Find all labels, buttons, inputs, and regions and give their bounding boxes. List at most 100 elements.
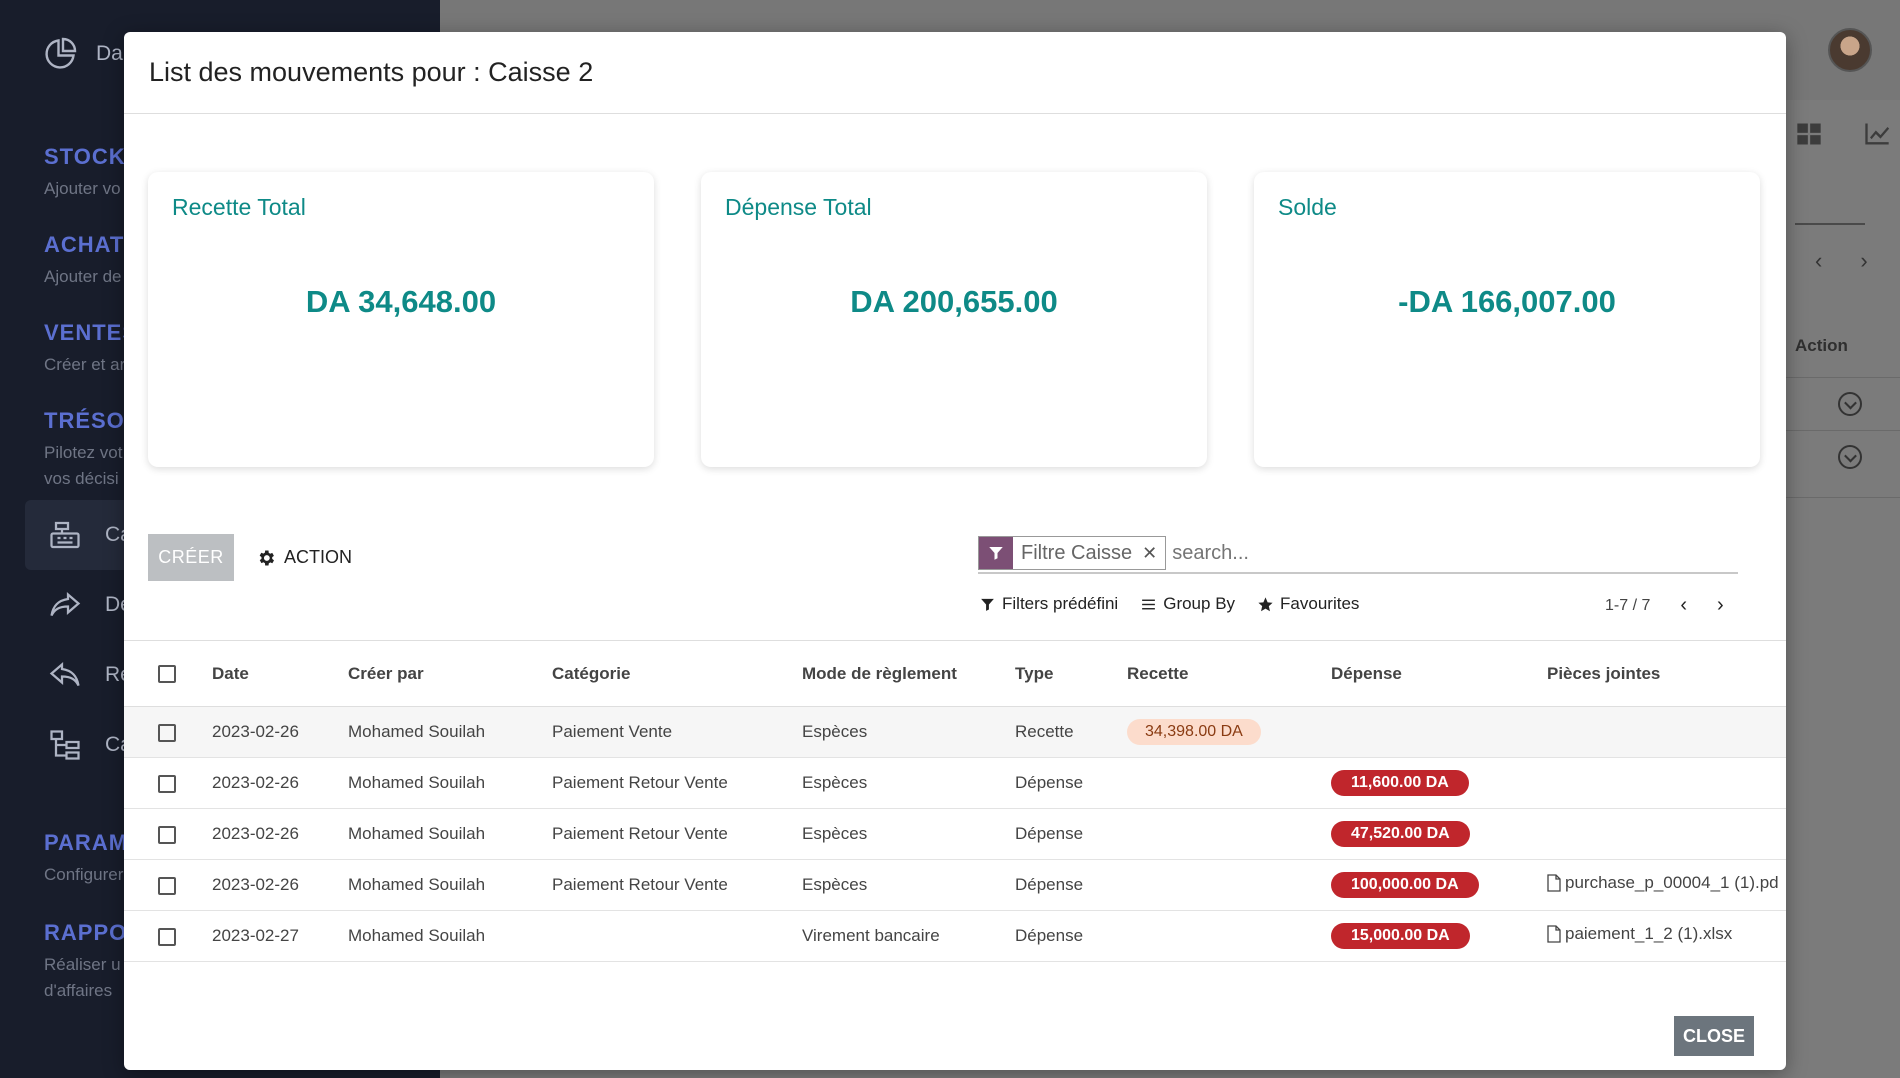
cell-category: Paiement Vente: [552, 722, 673, 741]
select-all-checkbox[interactable]: [158, 665, 176, 684]
cell-payment-mode: Espèces: [802, 773, 868, 792]
card-depense-total: Dépense Total DA 200,655.00: [701, 172, 1207, 467]
row-checkbox[interactable]: [158, 774, 176, 793]
create-button[interactable]: CRÉER: [148, 534, 234, 581]
row-checkbox[interactable]: [158, 927, 176, 946]
chevron-right-icon[interactable]: ›: [1717, 594, 1724, 617]
sidebar-section-stock[interactable]: STOCK Ajouter vo: [44, 144, 126, 202]
chevron-right-icon[interactable]: ›: [1860, 248, 1867, 274]
attachment-link[interactable]: purchase_p_00004_1 (1).pd: [1547, 873, 1779, 893]
bg-pager: ‹ ›: [1815, 248, 1868, 274]
sidebar-section-sub: Configurer: [44, 865, 124, 884]
table-row[interactable]: 2023-02-26 Mohamed Souilah Paiement Reto…: [124, 860, 1786, 911]
chevron-left-icon[interactable]: ‹: [1680, 594, 1687, 617]
filters-label: Filters prédéfini: [1002, 594, 1119, 613]
cell-type: Dépense: [1015, 926, 1084, 945]
favourites-dropdown[interactable]: Favourites: [1257, 594, 1359, 614]
cell-type: Dépense: [1015, 773, 1084, 792]
dialog-header: List des mouvements pour : Caisse 2: [124, 32, 1786, 114]
group-by-dropdown[interactable]: Group By: [1140, 594, 1235, 614]
cash-register-icon: [50, 521, 80, 549]
column-header[interactable]: Type: [1015, 641, 1127, 707]
column-header[interactable]: Mode de règlement: [802, 641, 1015, 707]
user-avatar[interactable]: [1828, 28, 1872, 72]
sidebar-dashboard[interactable]: Da: [42, 36, 123, 72]
column-header[interactable]: Recette: [1127, 641, 1331, 707]
sidebar-dashboard-label: Da: [96, 42, 123, 65]
cell-recette: [1127, 758, 1331, 809]
cell-created-by: Mohamed Souilah: [348, 722, 486, 741]
chevron-down-circle-icon[interactable]: [1838, 392, 1862, 416]
bg-action-header: Action: [1795, 336, 1848, 355]
search-bar: Filtre Caisse ✕: [978, 534, 1738, 574]
column-header[interactable]: Dépense: [1331, 641, 1547, 707]
cell-payment-mode: Espèces: [802, 722, 868, 741]
filter-icon: [981, 598, 994, 611]
chevron-down-circle-icon[interactable]: [1838, 445, 1862, 469]
graph-view-icon[interactable]: [1863, 120, 1891, 148]
cell-payment-mode: Espèces: [802, 824, 868, 843]
column-header[interactable]: Créer par: [348, 641, 552, 707]
share-arrow-icon: [50, 592, 81, 617]
sidebar-section-sub: d'affaires: [44, 981, 113, 1000]
column-header[interactable]: Catégorie: [552, 641, 802, 707]
table-row[interactable]: 2023-02-26 Mohamed Souilah Paiement Reto…: [124, 758, 1786, 809]
attachment-link[interactable]: paiement_1_2 (1).xlsx: [1547, 924, 1732, 944]
action-label: ACTION: [284, 547, 353, 567]
action-button[interactable]: ACTION: [256, 547, 352, 568]
cell-category: Paiement Retour Vente: [552, 824, 728, 843]
list-toolbar: CRÉER ACTION: [148, 534, 352, 581]
row-checkbox[interactable]: [158, 825, 176, 844]
cell-type: Dépense: [1015, 824, 1084, 843]
card-value: DA 200,655.00: [850, 284, 1058, 319]
card-value: -DA 166,007.00: [1398, 284, 1616, 319]
cell-created-by: Mohamed Souilah: [348, 875, 486, 894]
cell-created-by: Mohamed Souilah: [348, 773, 486, 792]
divider: [1785, 430, 1900, 431]
pie-chart-icon: [45, 37, 77, 69]
table-row[interactable]: 2023-02-27 Mohamed Souilah Virement banc…: [124, 911, 1786, 962]
summary-cards: Recette Total DA 34,648.00 Dépense Total…: [148, 172, 1760, 467]
cell-type: Recette: [1015, 722, 1074, 741]
sidebar-section-sub: Réaliser u: [44, 955, 121, 974]
chevron-left-icon[interactable]: ‹: [1815, 248, 1822, 274]
column-header[interactable]: Pièces jointes: [1547, 641, 1786, 707]
dialog-title: List des mouvements pour : Caisse 2: [149, 57, 594, 87]
favourites-label: Favourites: [1280, 594, 1360, 613]
cell-attachment: [1547, 758, 1786, 809]
close-button[interactable]: CLOSE: [1674, 1016, 1754, 1056]
table-row[interactable]: 2023-02-26 Mohamed Souilah Paiement Vent…: [124, 706, 1786, 758]
divider: [1785, 497, 1900, 498]
depense-badge: 11,600.00 DA: [1331, 770, 1469, 796]
grid-view-icon[interactable]: [1795, 120, 1823, 148]
sidebar-section-title: STOCK: [44, 144, 126, 169]
table-row[interactable]: 2023-02-26 Mohamed Souilah Paiement Reto…: [124, 809, 1786, 860]
close-icon[interactable]: ✕: [1142, 543, 1157, 564]
cell-attachment: [1547, 707, 1786, 758]
star-icon: [1258, 596, 1273, 611]
depense-badge: 15,000.00 DA: [1331, 923, 1470, 949]
filters-dropdown[interactable]: Filters prédéfini: [979, 594, 1118, 614]
column-header[interactable]: Date: [212, 641, 348, 707]
facet-label: Filtre Caisse: [1021, 541, 1133, 564]
filter-facet[interactable]: Filtre Caisse ✕: [978, 536, 1167, 570]
view-switcher: [1795, 120, 1891, 148]
sidebar-section-param[interactable]: PARAM Configurer: [44, 830, 128, 888]
row-checkbox[interactable]: [158, 723, 176, 742]
pager-value[interactable]: 1-7 / 7: [1605, 597, 1650, 615]
cell-attachment: [1547, 809, 1786, 860]
table-header-row: Date Créer par Catégorie Mode de règleme…: [124, 640, 1786, 707]
sidebar-section-rapport[interactable]: RAPPO Réaliser u d'affaires: [44, 920, 127, 1004]
facet-label-wrap: Filtre Caisse ✕: [1013, 537, 1165, 569]
cell-date: 2023-02-26: [212, 722, 299, 741]
cell-depense: [1331, 707, 1547, 758]
search-input[interactable]: [1172, 541, 1673, 565]
search-options: Filters prédéfini Group By Favourites: [979, 594, 1359, 614]
file-icon: [1547, 874, 1561, 892]
cell-date: 2023-02-27: [212, 926, 299, 945]
cell-date: 2023-02-26: [212, 773, 299, 792]
sidebar-section-title: PARAM: [44, 830, 129, 855]
row-checkbox[interactable]: [158, 876, 176, 895]
file-icon: [1547, 925, 1561, 943]
cell-recette: [1127, 809, 1331, 860]
